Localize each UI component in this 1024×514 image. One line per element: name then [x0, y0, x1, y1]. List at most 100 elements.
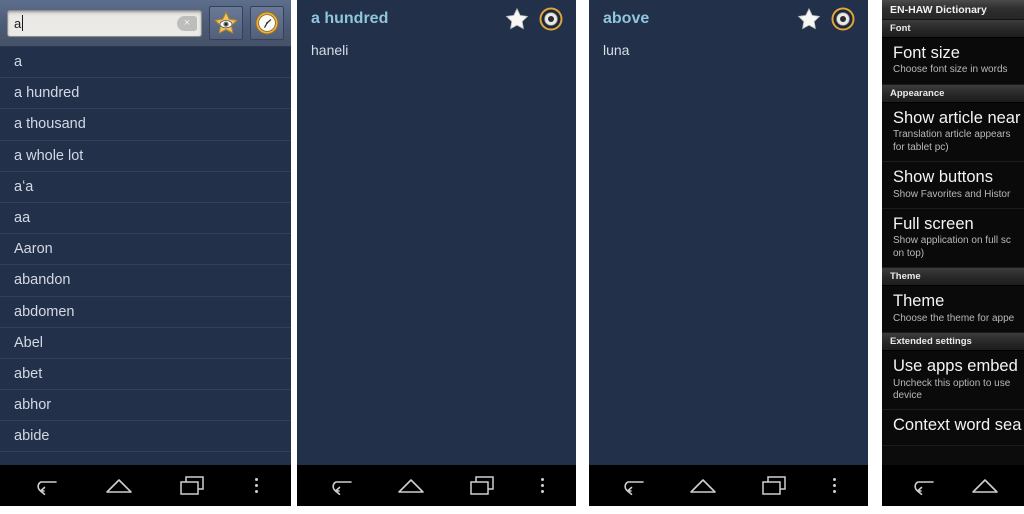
settings-item-show-buttons[interactable]: Show buttons Show Favorites and Histor: [882, 162, 1024, 209]
screenshot-stage: a × a a hundred a thousand a whole lot a…: [0, 0, 1024, 514]
article-title: a hundred: [311, 10, 389, 27]
section-label: Extended settings: [890, 336, 972, 348]
article-header: above: [589, 0, 868, 38]
history-button[interactable]: [250, 6, 284, 40]
list-item[interactable]: abdomen: [0, 297, 291, 328]
pref-title: Show article near: [893, 108, 1021, 127]
settings-list[interactable]: Font Font size Choose font size in words…: [882, 20, 1024, 465]
back-arrow-icon: [624, 480, 645, 495]
list-item[interactable]: abandon: [0, 265, 291, 297]
android-navbar: [0, 465, 291, 506]
nav-recents-button[interactable]: [459, 469, 505, 503]
list-item[interactable]: a whole lot: [0, 141, 291, 172]
list-item[interactable]: Abel: [0, 328, 291, 359]
overflow-menu-icon: [541, 478, 545, 493]
nav-overflow-menu-button[interactable]: [822, 469, 848, 503]
article-title: above: [603, 10, 650, 27]
recent-apps-icon: [470, 475, 494, 495]
settings-section-header-appearance: Appearance: [882, 84, 1024, 103]
nav-home-button[interactable]: [680, 469, 726, 503]
nav-recents-button[interactable]: [169, 469, 215, 503]
list-item[interactable]: a thousand: [0, 109, 291, 141]
settings-item-font-size[interactable]: Font size Choose font size in words: [882, 38, 1024, 85]
article-header: a hundred: [297, 0, 576, 38]
pref-title: Theme: [893, 292, 945, 311]
android-navbar: [882, 465, 1024, 506]
settings-section-header-extended: Extended settings: [882, 333, 1024, 352]
nav-back-button[interactable]: [317, 469, 363, 503]
settings-title: EN-HAW Dictionary: [890, 3, 987, 16]
home-icon: [971, 478, 998, 493]
word-list[interactable]: a a hundred a thousand a whole lot aʻa a…: [0, 47, 291, 465]
pref-subtitle: Translation article appears for tablet p…: [893, 129, 1011, 153]
favorite-star-button[interactable]: [504, 6, 530, 32]
android-navbar: [589, 465, 868, 506]
search-input-value: a: [14, 15, 22, 31]
text-caret: [22, 15, 24, 31]
settings-section-header-font: Font: [882, 20, 1024, 38]
android-navbar: [297, 465, 576, 506]
list-item[interactable]: a: [0, 47, 291, 79]
recent-apps-icon: [762, 475, 786, 495]
nav-back-button[interactable]: [22, 469, 68, 503]
list-item[interactable]: a hundred: [0, 78, 291, 110]
pronounce-button[interactable]: [830, 6, 856, 32]
pref-title: Context word sea: [893, 416, 1022, 435]
nav-recents-button[interactable]: [751, 469, 797, 503]
pref-subtitle: Uncheck this option to use device: [893, 377, 1011, 401]
star-eye-icon: [214, 11, 238, 34]
section-label: Appearance: [890, 87, 945, 99]
sound-icon: [539, 7, 563, 31]
clock-icon: [255, 11, 279, 35]
settings-item-use-apps-embed[interactable]: Use apps embed Uncheck this option to us…: [882, 351, 1024, 411]
star-icon: [797, 7, 821, 30]
pref-title: Use apps embed: [893, 357, 1018, 376]
star-icon: [505, 7, 529, 30]
list-item[interactable]: aʻa: [0, 172, 291, 203]
section-label: Theme: [890, 271, 921, 283]
home-icon: [398, 478, 424, 493]
settings-item-theme[interactable]: Theme Choose the theme for appe: [882, 286, 1024, 334]
word-list-panel: a × a a hundred a thousand a whole lot a…: [0, 0, 291, 506]
nav-overflow-menu-button[interactable]: [530, 469, 556, 503]
overflow-menu-icon: [833, 478, 837, 493]
list-item[interactable]: abet: [0, 359, 291, 391]
list-item[interactable]: abide: [0, 421, 291, 453]
settings-item-show-article-near[interactable]: Show article near Translation article ap…: [882, 102, 1024, 163]
pref-subtitle: Show application on full sc on top): [893, 235, 1011, 259]
back-arrow-icon: [37, 480, 57, 495]
nav-home-button[interactable]: [962, 469, 1008, 503]
overflow-menu-icon: [254, 478, 258, 493]
article-panel-1: a hundred haneli: [297, 0, 576, 506]
article-translation: haneli: [311, 42, 349, 58]
home-icon: [105, 478, 132, 493]
nav-home-button[interactable]: [96, 469, 142, 503]
section-label: Font: [890, 23, 911, 34]
home-icon: [690, 478, 716, 493]
pref-title: Font size: [893, 44, 960, 62]
sound-icon: [831, 7, 855, 31]
settings-titlebar: EN-HAW Dictionary: [882, 0, 1024, 20]
settings-panel: EN-HAW Dictionary Font Font size Choose …: [882, 0, 1024, 506]
nav-overflow-menu-button[interactable]: [243, 469, 269, 503]
pref-title: Show buttons: [893, 168, 993, 187]
list-item[interactable]: abhor: [0, 390, 291, 422]
pref-subtitle: Show Favorites and Histor: [893, 188, 1011, 200]
settings-item-context-word-search[interactable]: Context word sea: [882, 410, 1024, 446]
pronounce-button[interactable]: [538, 6, 564, 32]
nav-back-button[interactable]: [899, 469, 945, 503]
pref-subtitle: Choose the theme for appe: [893, 312, 1015, 324]
nav-back-button[interactable]: [609, 469, 655, 503]
recent-apps-icon: [180, 475, 205, 495]
search-input[interactable]: a ×: [7, 9, 202, 37]
article-translation: luna: [603, 42, 630, 58]
list-item[interactable]: aa: [0, 203, 291, 235]
list-item[interactable]: Aaron: [0, 234, 291, 266]
favorites-button[interactable]: [209, 6, 243, 40]
nav-home-button[interactable]: [388, 469, 434, 503]
favorite-star-button[interactable]: [796, 6, 822, 32]
clear-icon[interactable]: ×: [177, 15, 197, 31]
settings-item-full-screen[interactable]: Full screen Show application on full sc …: [882, 208, 1024, 269]
article-panel-2: above luna: [589, 0, 868, 506]
search-toolbar: a ×: [0, 0, 291, 47]
